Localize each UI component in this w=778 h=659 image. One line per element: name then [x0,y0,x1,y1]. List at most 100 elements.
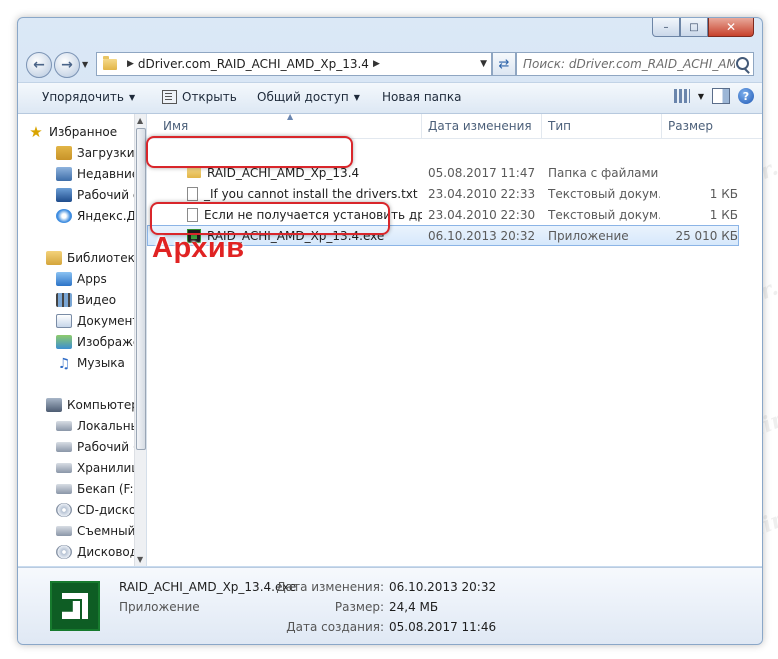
star-icon: ★ [29,123,43,141]
text-file-icon [187,207,198,222]
file-date: 23.04.2010 22:33 [428,186,536,201]
column-header-type[interactable]: Тип [542,114,662,138]
address-bar[interactable]: ▶ dDriver.com_RAID_ACHI_AMD_Xp_13.4 ▶ ▼ [96,52,492,76]
sidebar-item-desktop[interactable]: Рабочий стол [56,185,146,205]
recent-pages-dropdown[interactable]: ▼ [82,60,88,69]
sidebar-item-backup[interactable]: Бекап (F:) [56,479,138,499]
archive-annotation-label: Архив [152,232,245,264]
open-button[interactable]: Открыть [162,90,237,104]
chevron-down-icon: ▼ [128,92,136,102]
sidebar-computer[interactable]: Компьютер [46,395,139,415]
sidebar-item-downloads[interactable]: Загрузки [56,143,135,163]
organize-button[interactable]: Упорядочить ▼ [42,90,135,104]
sidebar-item-floppy[interactable]: Дисковод [56,542,138,562]
change-view-icon[interactable] [673,89,690,103]
open-label: Открыть [182,90,237,104]
explorer-window: – □ ✕ ← → ▼ ▶ dDriver.com_RAID_ACHI_AMD_… [17,17,763,645]
sidebar-item-storage[interactable]: Хранилище [56,458,146,478]
share-button[interactable]: Общий доступ ▼ [257,90,360,104]
file-type: Папка с файлами [548,165,659,180]
sidebar-item-yandex-disk[interactable]: Яндекс.Диск [56,206,146,226]
file-name: Если не получается установить драйв... [204,207,422,222]
details-size-value: 24,4 МБ [389,600,439,614]
file-row-folder[interactable]: RAID_ACHI_AMD_Xp_13.4 05.08.2017 11:47 П… [147,162,739,183]
sidebar-item-recent[interactable]: Недавние места [56,164,146,184]
back-button[interactable]: ← [26,52,52,78]
details-created-label: Дата создания: [286,620,384,634]
file-size: 1 КБ [709,207,738,222]
refresh-icon: ⇄ [498,56,510,72]
sidebar-libraries[interactable]: Библиотеки [46,248,143,268]
sidebar-item-images[interactable]: Изображения [56,332,146,352]
hard-drive-icon [56,421,72,431]
text-file-icon [187,186,198,201]
folder-icon [103,55,117,70]
search-input[interactable]: Поиск: dDriver.com_RAID_ACHI_AMD_Xp_13.4 [516,52,754,76]
navigation-pane: ★ Избранное Загрузки Недавние места Рабо… [18,114,146,566]
chevron-right-icon[interactable]: ▶ [373,59,380,69]
chevron-down-icon[interactable]: ▼ [698,92,704,101]
file-date: 23.04.2010 22:30 [428,207,536,222]
maximize-button[interactable]: □ [680,18,708,37]
file-row-txt-en[interactable]: _If you cannot install the drivers.txt 2… [147,183,739,204]
file-name-cell: Если не получается установить драйв... [187,207,422,222]
file-list: ▲ Имя Дата изменения Тип Размер RAID_ACH… [147,112,762,566]
file-type: Текстовый докум... [548,186,660,201]
file-date: 05.08.2017 11:47 [428,165,536,180]
new-folder-button[interactable]: Новая папка [382,90,461,104]
details-file-type: Приложение [119,600,200,614]
scroll-up-icon[interactable]: ▲ [137,116,143,125]
sidebar-item-apps[interactable]: Apps [56,269,107,289]
address-path[interactable]: dDriver.com_RAID_ACHI_AMD_Xp_13.4 [138,57,369,71]
share-label: Общий доступ [257,90,349,104]
search-icon[interactable] [736,57,749,70]
hard-drive-icon [56,442,72,452]
chevron-right-icon[interactable]: ▶ [127,59,134,69]
forward-button[interactable]: → [54,52,80,78]
column-header-name[interactable]: Имя [157,114,422,138]
new-folder-label: Новая папка [382,90,462,104]
file-type: Приложение [548,228,629,243]
column-header-row: ▲ Имя Дата изменения Тип Размер [147,112,762,139]
minimize-button[interactable]: – [652,18,680,37]
yandex-disk-icon [56,209,72,223]
details-created-value: 05.08.2017 11:46 [389,620,497,634]
apps-library-icon [56,272,72,286]
details-modified-value: 06.10.2013 20:32 [389,580,497,594]
sidebar-item-cd-drive[interactable]: CD-дисковод [56,500,146,520]
sidebar-item-video[interactable]: Видео [56,290,116,310]
sidebar-item-music[interactable]: ♫ Музыка [56,353,125,373]
file-row-txt-ru[interactable]: Если не получается установить драйв... 2… [147,204,739,225]
file-date: 06.10.2013 20:32 [428,228,536,243]
refresh-button[interactable]: ⇄ [492,52,516,76]
column-header-date[interactable]: Дата изменения [422,114,542,138]
scroll-down-icon[interactable]: ▼ [137,555,143,564]
amd-logo-icon [50,581,100,631]
sidebar-item-work-drive[interactable]: Рабочий ( [56,437,138,457]
sidebar-item-local-disk[interactable]: Локальный диск [56,416,146,436]
help-icon[interactable]: ? [738,88,754,104]
scrollbar-thumb[interactable] [136,128,146,450]
libraries-icon [46,251,62,265]
file-name-cell: RAID_ACHI_AMD_Xp_13.4 [187,165,422,180]
file-name-cell: _If you cannot install the drivers.txt [187,186,422,201]
images-library-icon [56,335,72,349]
search-placeholder[interactable]: Поиск: dDriver.com_RAID_ACHI_AMD_Xp_13.4 [517,57,735,71]
close-button[interactable]: ✕ [708,18,754,37]
file-type: Текстовый докум... [548,207,660,222]
folder-icon [187,165,201,178]
sidebar-item-removable-disk[interactable]: Съемный диск [56,521,146,541]
details-file-name: RAID_ACHI_AMD_Xp_13.4.exe [119,580,297,594]
computer-icon [46,398,62,412]
toolbar-right: ▼ ? [673,88,754,104]
details-pane: RAID_ACHI_AMD_Xp_13.4.exe Приложение Дат… [18,567,762,644]
window-controls: – □ ✕ [652,18,754,37]
hard-drive-icon [56,484,72,494]
sidebar-favorites[interactable]: ★ Избранное [28,122,117,142]
file-size: 25 010 КБ [675,228,738,243]
sidebar-item-documents[interactable]: Документы [56,311,146,331]
chevron-down-icon[interactable]: ▼ [480,59,487,69]
file-name: _If you cannot install the drivers.txt [204,186,418,201]
column-header-size[interactable]: Размер [662,114,752,138]
preview-pane-icon[interactable] [712,88,730,104]
